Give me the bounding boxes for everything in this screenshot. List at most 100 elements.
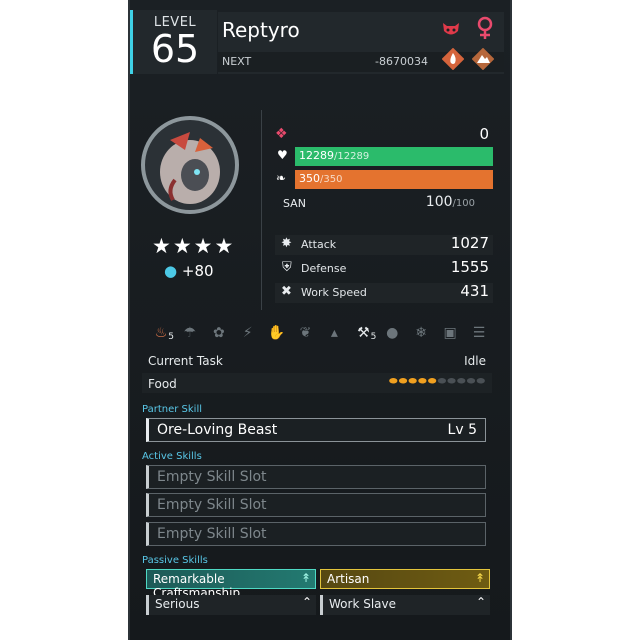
skill-slot-label: Empty Skill Slot xyxy=(157,526,267,542)
food-meter: ⬬ ⬬ ⬬ ⬬ ⬬ ⬬ ⬬ ⬬ ⬬ ⬬ xyxy=(388,376,485,387)
passive-skill-name: Artisan xyxy=(327,572,370,586)
skill-slot-label: Empty Skill Slot xyxy=(157,469,267,485)
passive-skill-3[interactable]: Serious ⌃ xyxy=(146,595,316,615)
defense-value: 1555 xyxy=(450,258,489,276)
mining-level: 5 xyxy=(370,332,377,342)
farming-icon: ☰ xyxy=(472,325,486,341)
food-pip: ⬬ xyxy=(418,376,428,387)
current-task-row: Current Task Idle xyxy=(142,350,492,370)
sp-current: 350 xyxy=(299,172,320,185)
next-label: NEXT xyxy=(222,55,252,68)
pal-portrait xyxy=(141,116,239,214)
level-value: 65 xyxy=(150,27,200,71)
trust-row: ❖ 0 xyxy=(275,125,493,146)
san-row: SAN 100/100 xyxy=(275,194,493,214)
medicine-icon: ● xyxy=(386,325,399,341)
level-box: LEVEL 65 xyxy=(130,10,217,74)
food-row: Food ⬬ ⬬ ⬬ ⬬ ⬬ ⬬ ⬬ ⬬ ⬬ ⬬ xyxy=(142,373,492,393)
cooling-icon: ❄ xyxy=(415,325,428,341)
san-value: 100 xyxy=(425,194,453,210)
partner-skill-name: Ore-Loving Beast xyxy=(157,422,278,438)
hp-max: /12289 xyxy=(334,151,370,162)
active-skill-slot-3[interactable]: Empty Skill Slot xyxy=(146,522,486,546)
food-pip: ⬬ xyxy=(457,376,467,387)
rank-stars: ★★★★ xyxy=(152,234,236,258)
food-pip: ⬬ xyxy=(447,376,458,387)
attack-value: 1027 xyxy=(450,234,489,252)
hp-bar: 12289/12289 xyxy=(295,147,493,166)
food-pip: ⬬ xyxy=(476,376,484,387)
shield-icon: ⛨ xyxy=(282,260,292,275)
passive-skill-4[interactable]: Work Slave ⌃ xyxy=(320,595,490,615)
hp-current: 12289 xyxy=(299,149,334,162)
work-suitability-row: ♨ 5 ☂ ✿ ⚡ ✋ ❦ ▴ ⚒ 5 ● ❄ ▣ ☰ xyxy=(150,322,490,344)
planting-icon: ✿ xyxy=(212,325,225,341)
hp-row: ♥ 12289/12289 xyxy=(275,147,493,167)
soul-icon: ● xyxy=(164,262,178,280)
condenser-value: +80 xyxy=(181,262,214,280)
work-speed-row: ✖ Work Speed 431 xyxy=(275,282,493,303)
passive-skill-name: Work Slave xyxy=(329,597,396,611)
rank-up-triple-icon: ↟ xyxy=(300,571,311,585)
active-skill-slot-1[interactable]: Empty Skill Slot xyxy=(146,465,486,489)
passive-skill-2[interactable]: Artisan ↟ xyxy=(320,569,490,589)
skill-slot-label: Empty Skill Slot xyxy=(157,497,267,513)
panel-edge-right xyxy=(510,0,512,640)
work-speed-value: 431 xyxy=(460,282,489,300)
food-label: Food xyxy=(148,377,177,391)
portrait-divider xyxy=(261,110,262,310)
defense-label: Defense xyxy=(301,262,347,275)
stomach-icon: ❧ xyxy=(276,171,287,185)
current-task-label: Current Task xyxy=(148,354,223,368)
san-max: /100 xyxy=(452,198,475,209)
lumbering-icon: ▴ xyxy=(330,325,338,341)
female-icon xyxy=(474,16,496,39)
attack-icon: ✸ xyxy=(281,236,292,251)
partner-lv-label: Lv xyxy=(447,422,464,438)
food-pip: ⬬ xyxy=(466,376,477,387)
sp-row: ❧ 350/350 xyxy=(275,170,493,190)
transporting-icon: ▣ xyxy=(443,325,457,341)
food-pip: ⬬ xyxy=(427,376,438,387)
fire-element-icon xyxy=(441,47,465,71)
passive-skill-1[interactable]: Remarkable Craftsmanship ↟ xyxy=(146,569,316,600)
heart-icon: ♥ xyxy=(277,148,288,162)
trust-value: 0 xyxy=(479,125,489,143)
passive-skill-name: Serious xyxy=(155,597,200,611)
current-task-value: Idle xyxy=(464,354,486,368)
ground-element-icon xyxy=(471,47,495,71)
food-pip: ⬬ xyxy=(398,376,409,387)
gathering-icon: ❦ xyxy=(299,325,312,341)
kindling-icon: ♨ 5 xyxy=(150,322,174,344)
kindling-level: 5 xyxy=(168,332,174,342)
active-skills-title: Active Skills xyxy=(142,451,202,462)
passive-skills-title: Passive Skills xyxy=(142,555,208,566)
rank-up-icon: ⌃ xyxy=(301,595,312,609)
rank-up-triple-icon: ↟ xyxy=(474,571,485,585)
next-exp-value: -8670034 xyxy=(375,55,428,68)
partner-lv-value: 5 xyxy=(468,422,477,438)
attack-label: Attack xyxy=(301,238,337,251)
enemy-face-icon xyxy=(440,18,462,40)
defense-row: ⛨ Defense 1555 xyxy=(275,258,493,279)
mining-icon: ⚒ 5 xyxy=(352,322,376,344)
sp-max: /350 xyxy=(320,174,343,185)
work-speed-icon: ✖ xyxy=(281,284,292,299)
panel-edge-left xyxy=(128,0,130,640)
handiwork-icon: ✋ xyxy=(267,325,286,341)
pal-name: Reptyro xyxy=(222,18,300,42)
sp-bar: 350/350 xyxy=(295,170,493,189)
electricity-icon: ⚡ xyxy=(242,325,253,341)
condenser-bonus: ● +80 xyxy=(164,262,214,280)
san-label: SAN xyxy=(283,197,306,210)
trust-icon: ❖ xyxy=(275,126,288,142)
food-pip: ⬬ xyxy=(408,376,419,387)
work-speed-label: Work Speed xyxy=(301,286,367,299)
active-skill-slot-2[interactable]: Empty Skill Slot xyxy=(146,493,486,517)
rank-up-icon: ⌃ xyxy=(475,595,486,609)
partner-skill-title: Partner Skill xyxy=(142,404,202,415)
partner-skill-slot[interactable]: Ore-Loving Beast Lv 5 xyxy=(146,418,486,442)
watering-icon: ☂ xyxy=(183,325,197,341)
food-pip: ⬬ xyxy=(388,376,399,387)
attack-row: ✸ Attack 1027 xyxy=(275,234,493,255)
